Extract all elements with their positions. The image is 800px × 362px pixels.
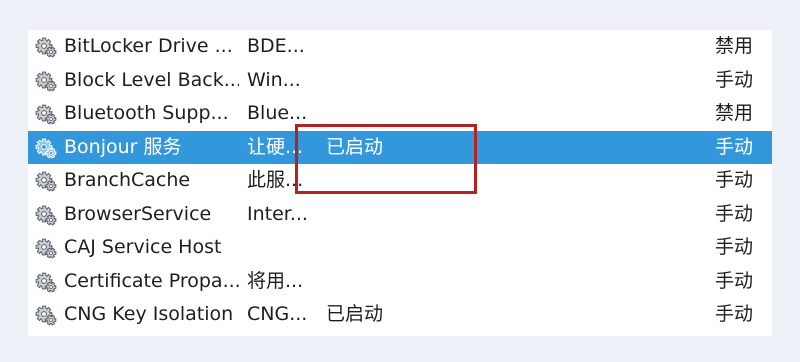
gear-icon [35, 305, 57, 326]
service-row[interactable]: BitLocker Drive ... BDE... 禁用 [28, 30, 772, 64]
service-startup-type: 手动 [715, 202, 754, 225]
service-startup-type: 手动 [715, 135, 754, 158]
gear-icon [35, 238, 57, 259]
gear-icon [35, 37, 57, 58]
gear-icon [35, 171, 57, 192]
service-row[interactable]: BranchCache 此服... 手动 [28, 164, 772, 198]
service-startup-type: 禁用 [715, 102, 754, 124]
service-row[interactable]: Certificate Propa... 将用... 手动 [28, 265, 772, 299]
service-row[interactable]: Block Level Back... Win... 手动 [28, 64, 772, 98]
service-name: Bluetooth Supp... [64, 102, 229, 124]
gear-icon [35, 205, 57, 226]
service-status: 已启动 [326, 303, 384, 325]
service-status: 已启动 [326, 135, 384, 158]
gear-icon [35, 272, 57, 293]
service-row[interactable]: CNG Key Isolation CNG... 已启动 手动 [28, 298, 772, 332]
service-description: BDE... [247, 35, 305, 57]
service-name: Block Level Back... [64, 68, 239, 91]
service-startup-type: 手动 [715, 68, 754, 91]
service-description: Win... [247, 68, 301, 91]
service-name: CAJ Service Host [64, 236, 222, 258]
service-description: Inter... [247, 202, 308, 225]
service-name: BranchCache [64, 169, 191, 191]
service-startup-type: 手动 [715, 303, 754, 325]
gear-icon [35, 138, 57, 159]
service-startup-type: 手动 [715, 236, 754, 258]
service-startup-type: 手动 [715, 269, 754, 292]
service-startup-type: 禁用 [715, 35, 754, 57]
service-name: Bonjour 服务 [64, 135, 182, 158]
service-description: Blue... [247, 102, 308, 124]
service-startup-type: 手动 [715, 169, 754, 191]
service-name: BitLocker Drive ... [64, 35, 233, 57]
service-description: 此服... [247, 169, 304, 191]
service-row[interactable]: Bluetooth Supp... Blue... 禁用 [28, 97, 772, 131]
services-list: BitLocker Drive ... BDE... 禁用 Block Leve… [28, 30, 772, 332]
service-row[interactable]: BrowserService Inter... 手动 [28, 198, 772, 232]
gear-icon [35, 104, 57, 125]
service-name: CNG Key Isolation [64, 303, 234, 325]
service-description: 让硬... [247, 135, 304, 158]
service-description: CNG... [247, 303, 308, 325]
service-row[interactable]: CAJ Service Host 手动 [28, 231, 772, 265]
service-name: BrowserService [64, 202, 212, 225]
service-name: Certificate Propa... [64, 269, 239, 292]
services-list-panel: BitLocker Drive ... BDE... 禁用 Block Leve… [28, 30, 772, 336]
gear-icon [35, 71, 57, 92]
service-row-selected[interactable]: Bonjour 服务 让硬... 已启动 手动 [28, 130, 772, 164]
service-description: 将用... [247, 269, 304, 292]
